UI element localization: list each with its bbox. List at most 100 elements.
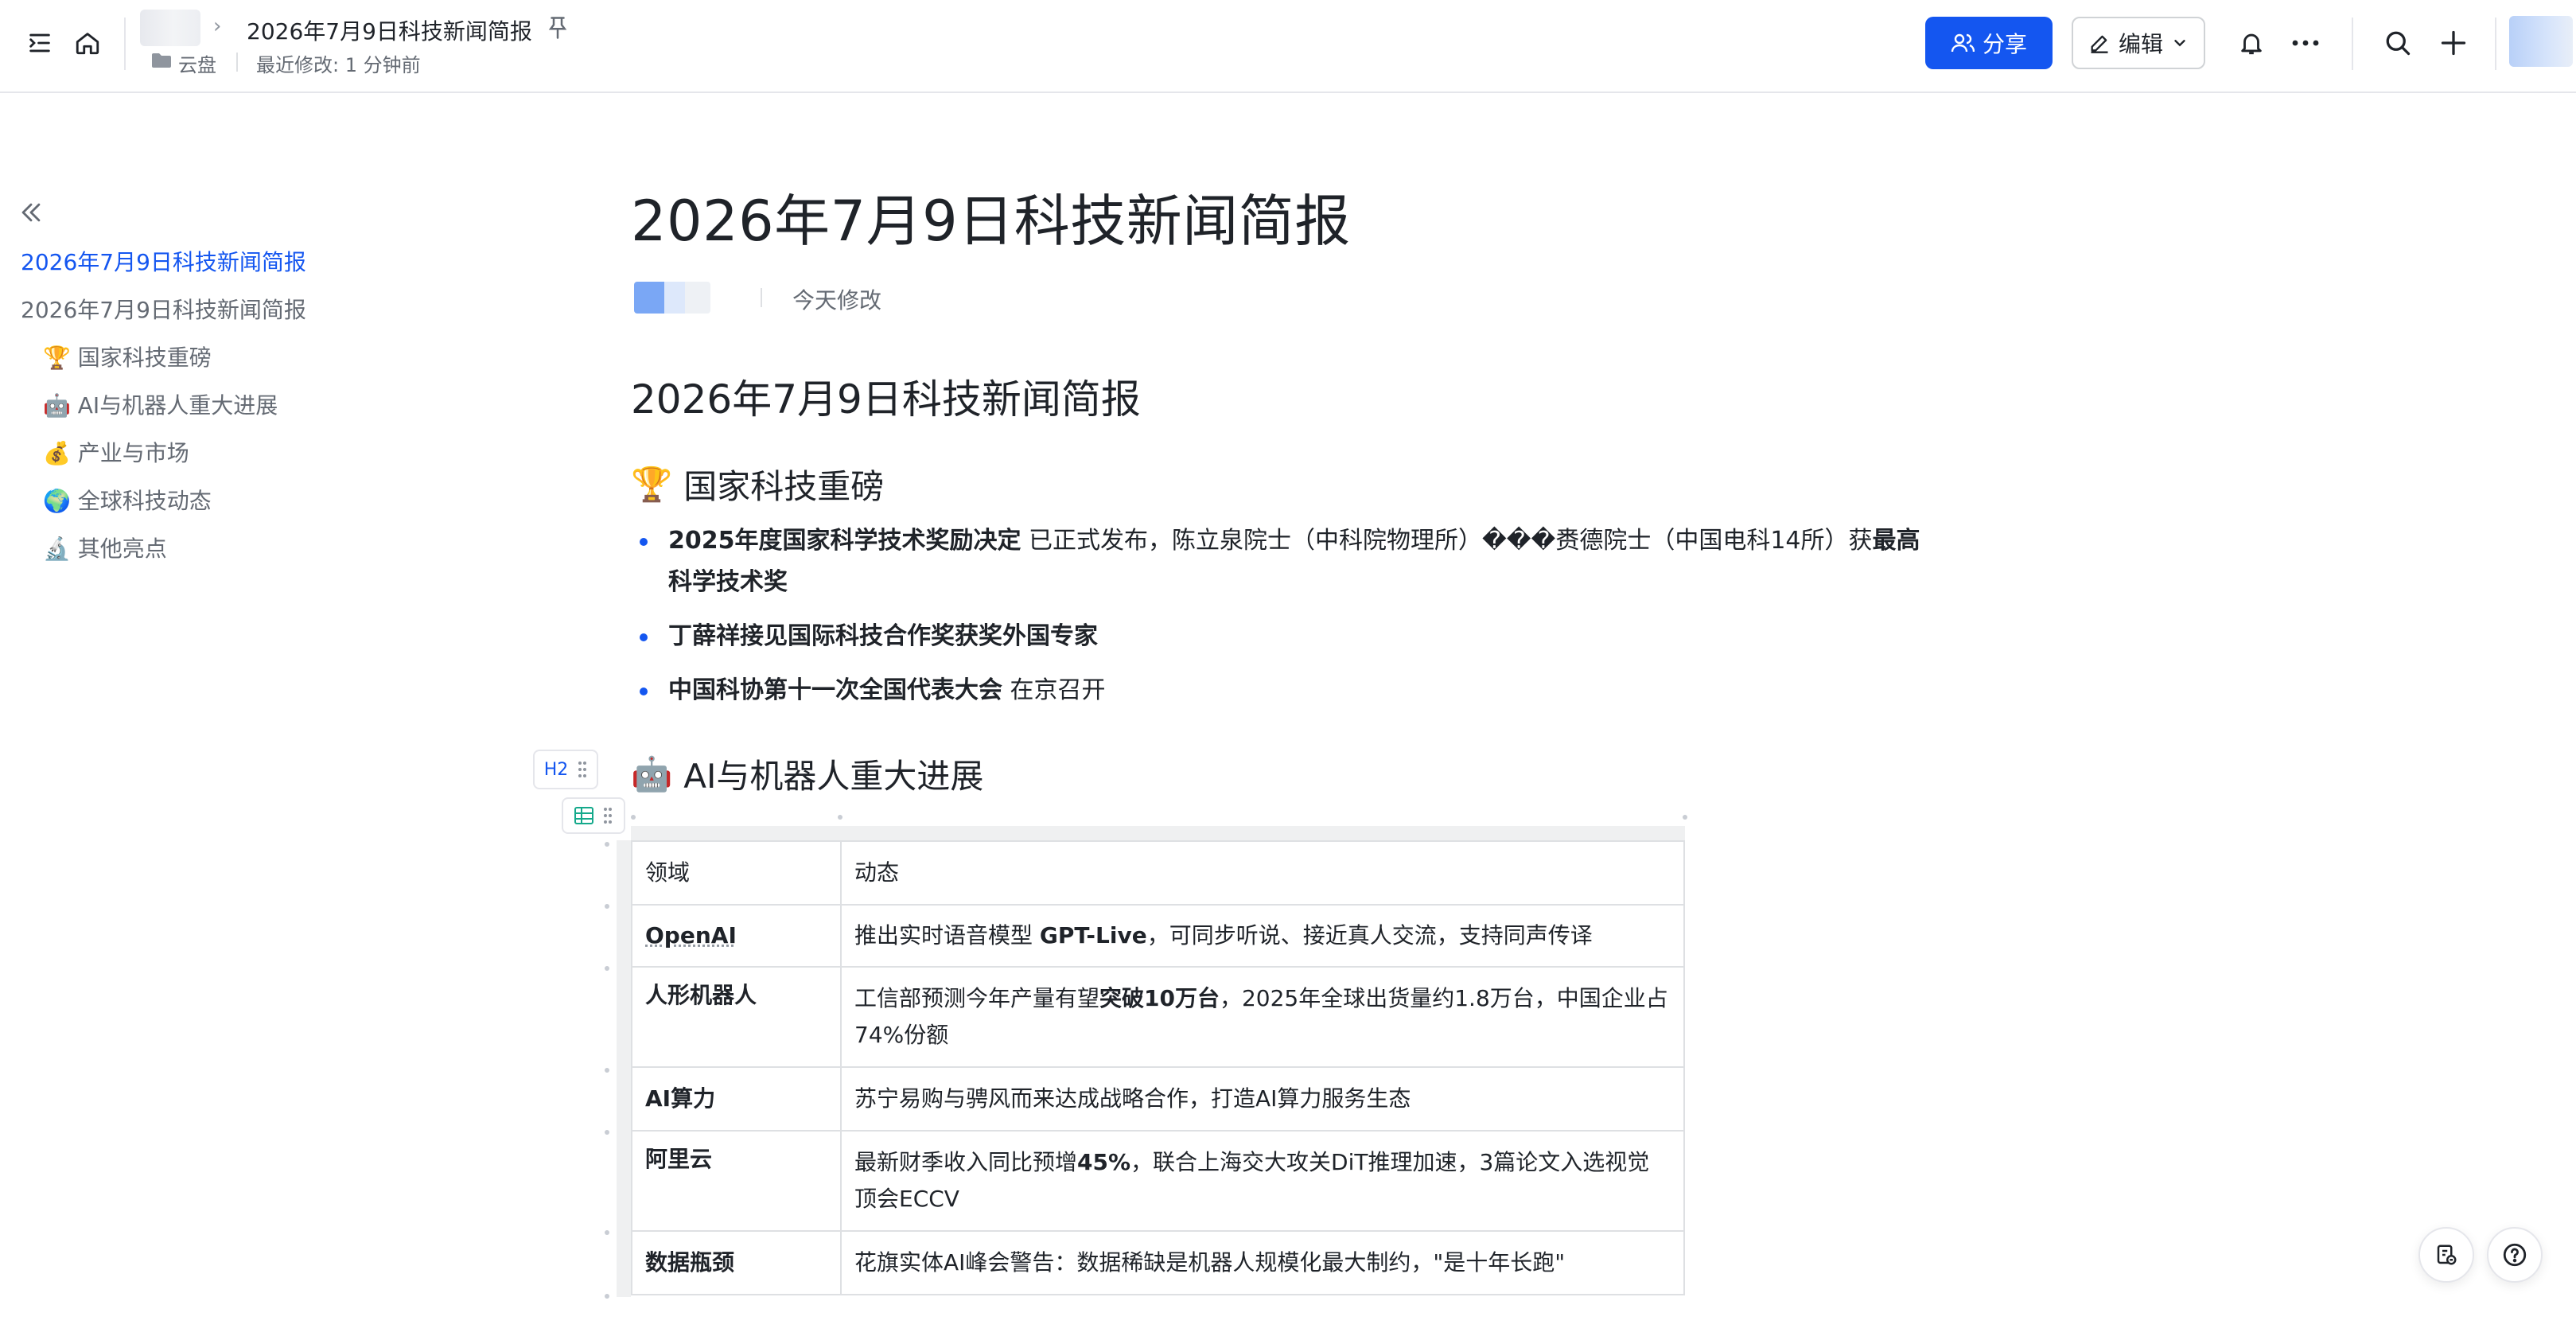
edit-mode-dropdown[interactable]: 编辑 [2072,17,2205,69]
table-row: 阿里云 最新财季收入同比预增45%，联合上海交大攻关DiT推理加速，3篇论文入选… [631,1130,1685,1232]
table-cell-news[interactable]: 最新财季收入同比预增45%，联合上海交大攻关DiT推理加速，3篇论文入选视觉顶会… [840,1130,1685,1232]
cell-text: 推出实时语音模型 [854,922,1040,949]
table-cell-news[interactable]: 苏宁易购与骋风而来达成战略合作，打造AI算力服务生态 [840,1066,1685,1132]
pin-icon[interactable] [547,16,568,43]
toc-item-ai[interactable]: 🤖 AI与机器人重大进展 [43,388,278,420]
drag-handle-icon [604,808,612,824]
help-button[interactable] [2487,1227,2543,1283]
table-row-bar[interactable] [617,840,631,1297]
money-bag-icon: 💰 [43,440,71,466]
robot-icon: 🤖 [631,754,673,793]
search-icon[interactable] [2382,27,2414,59]
help-icon [2503,1243,2527,1267]
more-dots-icon[interactable] [2290,27,2321,59]
table-cell-field[interactable]: 人形机器人 [631,966,842,1068]
row-handle[interactable] [605,1068,609,1073]
trophy-icon: 🏆 [43,345,71,371]
chevron-down-icon [2174,40,2185,47]
plus-icon[interactable] [2438,27,2469,59]
row-handle[interactable] [605,1230,609,1235]
list-item[interactable]: 2025年度国家科学技术奖励决定 已正式发布，陈立泉院士（中科院物理所）���赉… [640,520,1925,603]
toc-toggle-icon[interactable] [24,27,56,59]
table-cell-field[interactable]: 阿里云 [631,1130,842,1232]
top-bar: › 2026年7月9日科技新闻简报 云盘 最近修改: 1 分钟前 分享 编辑 [0,0,2576,93]
toolbar-divider [2495,18,2496,70]
home-icon[interactable] [72,27,103,59]
toc-item-label: 其他亮点 [77,536,167,562]
table-cell-news[interactable]: 花旗实体AI峰会警告：数据稀缺是机器人规模化最大制约，"是十年长跑" [840,1230,1685,1295]
row-handle[interactable] [605,1294,609,1299]
trophy-icon: 🏆 [631,464,673,504]
table-row: AI算力 苏宁易购与骋风而来达成战略合作，打造AI算力服务生态 [631,1066,1685,1132]
drag-handle-icon [578,762,587,777]
table-row: 人形机器人 工信部预测今年产量有望突破10万台，2025年全球出货量约1.8万台… [631,966,1685,1068]
table-icon [574,807,593,824]
row-handle[interactable] [605,966,609,971]
heading-national[interactable]: 🏆 国家科技重磅 [631,460,884,508]
cell-text: ，可同步听说、接近真人交流，支持同声传译 [1146,922,1593,949]
row-handle[interactable] [605,1130,609,1135]
bullet-bold: 丁薛祥接见国际科技合作奖获奖外国专家 [668,622,1098,650]
table-cell-field[interactable]: 数据瓶颈 [631,1230,842,1295]
list-item[interactable]: 中国科协第十一次全国代表大会 在京召开 [640,670,1925,711]
toc-item-other[interactable]: 🔬 其他亮点 [43,532,167,563]
breadcrumb-doc-title[interactable]: 2026年7月9日科技新闻简报 [247,14,532,46]
heading-level-label: H2 [543,759,569,780]
bell-icon[interactable] [2236,27,2267,59]
author-avatar[interactable] [634,282,710,314]
heading-1[interactable]: 2026年7月9日科技新闻简报 [631,368,1141,425]
column-handle[interactable] [838,815,842,820]
last-modified: 最近修改: 1 分钟前 [256,54,421,76]
heading-label: 国家科技重磅 [683,467,885,506]
table-cell-field[interactable]: OpenAI [631,904,842,968]
toc-item-label: AI与机器人重大进展 [77,392,278,419]
workspace-avatar[interactable] [140,10,200,46]
cell-text: 工信部预测今年产量有望 [854,985,1100,1011]
heading-block-handle[interactable]: H2 [533,750,598,789]
cell-text: 花旗实体AI峰会警告：数据稀缺是机器人规模化最大制约，"是十年长跑" [854,1249,1566,1276]
heading-label: AI与机器人重大进展 [683,757,984,796]
feedback-icon [2437,1245,2457,1265]
column-handle[interactable] [1683,815,1687,820]
heading-ai[interactable]: 🤖 AI与机器人重大进展 [631,750,983,798]
toc-item-national[interactable]: 🏆 国家科技重磅 [43,341,212,372]
double-chevron-left-icon[interactable] [18,199,45,229]
bullet-bold: 中国科协第十一次全国代表大会 [668,676,1002,704]
toc-item-label: 产业与市场 [77,440,189,466]
toolbar-divider [2352,18,2353,70]
table-header-cell[interactable]: 动态 [840,840,1685,906]
share-users-icon [1951,33,1975,53]
feedback-button[interactable] [2418,1227,2474,1283]
table-header-cell[interactable]: 领域 [631,840,842,906]
modified-label: 今天修改 [792,287,882,314]
meta-divider [236,53,238,72]
table-cell-news[interactable]: 工信部预测今年产量有望突破10万台，2025年全球出货量约1.8万台，中国企业占… [840,966,1685,1068]
table-header-row: 领域 动态 [631,840,1685,906]
column-handle[interactable] [631,815,636,820]
toolbar-divider [124,18,126,70]
table-column-bar[interactable] [631,826,1685,840]
globe-icon: 🌍 [43,488,71,514]
share-button[interactable]: 分享 [1925,17,2053,69]
list-item[interactable]: 丁薛祥接见国际科技合作奖获奖外国专家 [640,616,1925,657]
toc-item-industry[interactable]: 💰 产业与市场 [43,436,189,468]
toc-item-heading[interactable]: 2026年7月9日科技新闻简报 [21,293,306,325]
row-handle[interactable] [605,904,609,909]
page-title[interactable]: 2026年7月9日科技新闻简报 [631,177,1351,257]
bullet-text: 在京召开 [1002,676,1106,704]
user-avatar[interactable] [2509,16,2573,67]
cell-text: 苏宁易购与骋风而来达成战略合作，打造AI算力服务生态 [854,1085,1411,1112]
robot-icon: 🤖 [43,392,71,419]
microscope-icon: 🔬 [43,536,71,562]
location-label[interactable]: 云盘 [178,49,216,77]
table-block-handle[interactable] [562,797,625,834]
row-handle[interactable] [605,842,609,847]
toc-item-doc-title[interactable]: 2026年7月9日科技新闻简报 [21,245,306,277]
cell-bold: 45% [1077,1149,1131,1175]
cell-text: 最新财季收入同比预增 [854,1149,1078,1175]
field-link[interactable]: OpenAI [645,922,737,949]
table-cell-field[interactable]: AI算力 [631,1066,842,1132]
table-cell-news[interactable]: 推出实时语音模型 GPT-Live，可同步听说、接近真人交流，支持同声传译 [840,904,1685,968]
toc-item-global[interactable]: 🌍 全球科技动态 [43,484,212,516]
share-label: 分享 [1982,31,2027,57]
